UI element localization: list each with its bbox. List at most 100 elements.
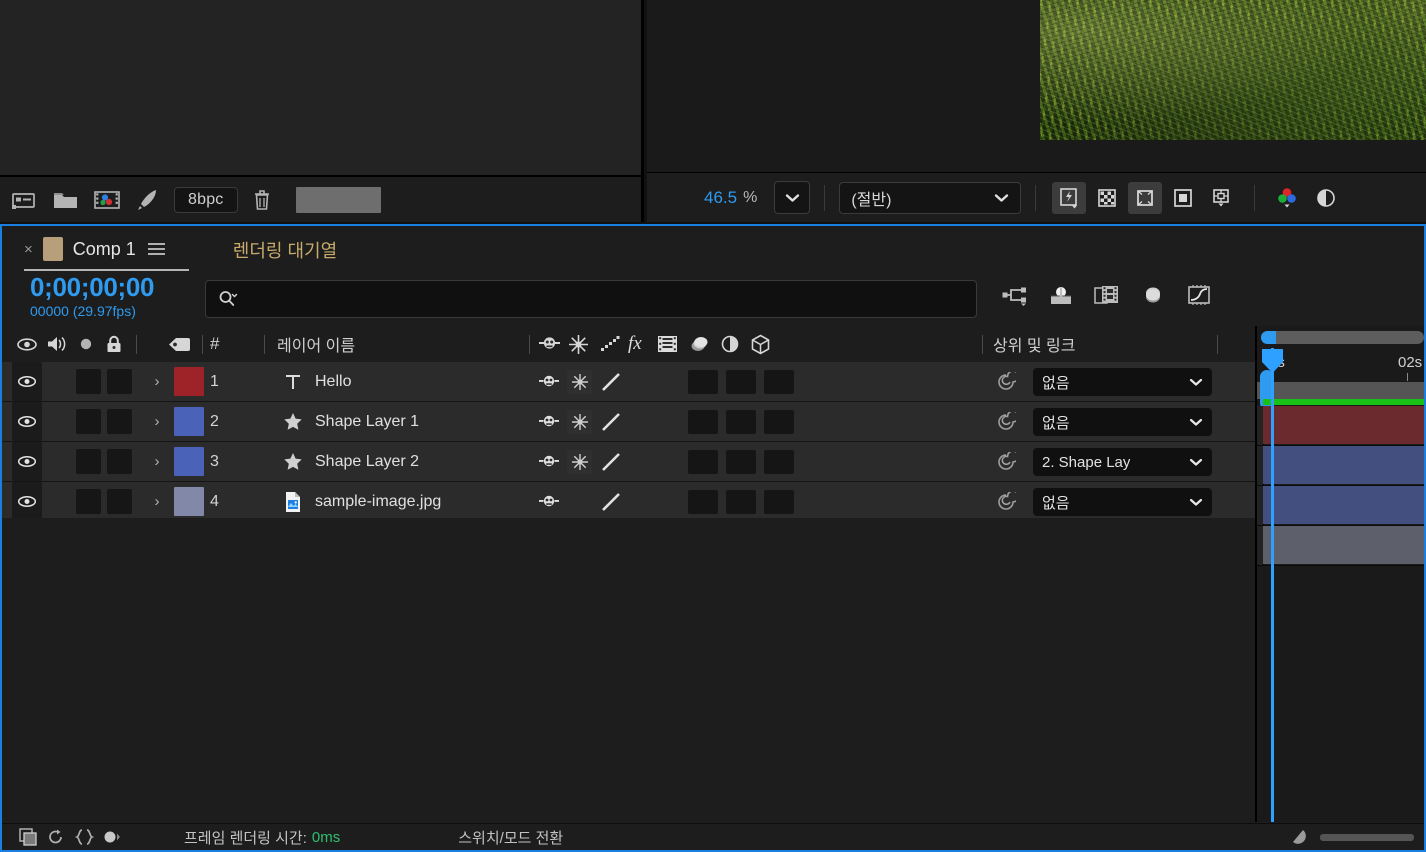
- layer-search-field[interactable]: [205, 280, 977, 318]
- table-row[interactable]: › 4 sample-image.jpg: [2, 482, 1255, 522]
- collapse-transform-icon[interactable]: [568, 326, 589, 362]
- shy-icon[interactable]: [536, 450, 561, 474]
- layer-label-color[interactable]: [174, 487, 204, 516]
- layer-visibility-toggle[interactable]: [12, 402, 42, 441]
- parent-and-link-column-header[interactable]: 상위 및 링크: [993, 326, 1076, 362]
- layer-visibility-toggle[interactable]: [12, 442, 42, 481]
- tab-render-queue[interactable]: 렌더링 대기열: [233, 237, 337, 263]
- pick-whip-icon[interactable]: [994, 370, 1018, 394]
- table-row[interactable]: › 1 Hello: [2, 362, 1255, 402]
- composition-canvas[interactable]: [647, 0, 1426, 172]
- layer-name[interactable]: Shape Layer 2: [315, 442, 419, 481]
- quality-icon[interactable]: [598, 410, 623, 434]
- layer-audio-toggle[interactable]: [76, 409, 101, 434]
- motion-blur-toggle[interactable]: [726, 490, 756, 514]
- layer-audio-toggle[interactable]: [76, 449, 101, 474]
- close-icon[interactable]: ×: [24, 241, 33, 258]
- lock-icon[interactable]: [105, 326, 123, 362]
- toggle-view-layout-icon[interactable]: [1204, 182, 1238, 214]
- frame-blending-icon[interactable]: [1138, 280, 1168, 310]
- graph-editor-toggle-icon[interactable]: [70, 826, 98, 848]
- transparency-grid-icon[interactable]: [1090, 182, 1124, 214]
- layer-audio-toggle[interactable]: [76, 369, 101, 394]
- frame-blend-toggle[interactable]: [688, 370, 718, 394]
- layer-switches-icon[interactable]: [14, 826, 42, 848]
- eye-icon[interactable]: [16, 326, 38, 362]
- new-folder-icon[interactable]: [51, 187, 81, 213]
- channel-rgb-icon[interactable]: [1271, 182, 1305, 214]
- interpret-footage-icon[interactable]: [10, 187, 40, 213]
- layer-name[interactable]: sample-image.jpg: [315, 482, 441, 521]
- shy-icon[interactable]: [536, 490, 561, 514]
- comp-button-icon[interactable]: [1284, 826, 1312, 848]
- effects-fx-icon[interactable]: fx: [628, 326, 642, 362]
- timeline-row[interactable]: [1257, 486, 1424, 526]
- playhead-line[interactable]: [1271, 348, 1274, 822]
- adjustment-layer-icon[interactable]: [720, 326, 740, 362]
- label-tag-icon[interactable]: [167, 326, 193, 362]
- layer-solo-toggle[interactable]: [107, 409, 132, 434]
- layer-solo-toggle[interactable]: [107, 369, 132, 394]
- timeline-horizontal-scrollbar[interactable]: [1257, 326, 1424, 348]
- layer-duration-bar[interactable]: [1263, 486, 1424, 524]
- shy-icon[interactable]: [536, 410, 561, 434]
- parent-dropdown[interactable]: 없음: [1033, 488, 1212, 516]
- layer-duration-bar[interactable]: [1263, 526, 1424, 564]
- 3d-layer-toggle[interactable]: [764, 450, 794, 474]
- toggle-mask-paths-icon[interactable]: [1166, 182, 1200, 214]
- audio-icon[interactable]: [46, 326, 68, 362]
- tab-comp-1[interactable]: × Comp 1: [24, 237, 165, 263]
- layer-solo-toggle[interactable]: [107, 489, 132, 514]
- project-settings-icon[interactable]: [133, 187, 163, 213]
- 3d-layer-icon[interactable]: [750, 326, 771, 362]
- resolution-dropdown[interactable]: (절반): [839, 182, 1021, 214]
- layer-label-color[interactable]: [174, 447, 204, 476]
- pick-whip-icon[interactable]: [994, 410, 1018, 434]
- chevron-right-icon[interactable]: ›: [146, 450, 168, 472]
- table-row[interactable]: › 2 Shape Layer 1: [2, 402, 1255, 442]
- quality-icon[interactable]: [598, 490, 623, 514]
- exposure-icon[interactable]: [1309, 182, 1343, 214]
- motion-blur-toggle-icon[interactable]: [42, 826, 70, 848]
- switches-modes-label[interactable]: 스위치/모드 전환: [458, 827, 563, 848]
- motion-blur-toggle[interactable]: [726, 410, 756, 434]
- hide-shy-layers-icon[interactable]: [1092, 280, 1122, 310]
- composition-mini-flowchart-icon[interactable]: [1000, 280, 1030, 310]
- layer-label-color[interactable]: [174, 367, 204, 396]
- motion-blur-toggle[interactable]: [726, 450, 756, 474]
- layer-label-color[interactable]: [174, 407, 204, 436]
- work-area-bar[interactable]: [1257, 382, 1424, 399]
- parent-dropdown[interactable]: 없음: [1033, 368, 1212, 396]
- layer-solo-toggle[interactable]: [107, 449, 132, 474]
- layer-visibility-toggle[interactable]: [12, 482, 42, 521]
- zoom-value[interactable]: 46.5: [704, 188, 737, 208]
- timeline-zoom-slider[interactable]: [1320, 834, 1414, 841]
- timeline-row[interactable]: [1257, 526, 1424, 566]
- layer-duration-bar[interactable]: [1263, 406, 1424, 444]
- empty-layer-area[interactable]: [2, 518, 1255, 822]
- chevron-right-icon[interactable]: ›: [146, 410, 168, 432]
- collapse-transform-icon[interactable]: [567, 450, 592, 474]
- project-list-area[interactable]: [0, 0, 641, 177]
- auto-keyframe-icon[interactable]: [98, 826, 126, 848]
- zoom-dropdown-button[interactable]: [774, 181, 810, 214]
- motion-blur-toggle[interactable]: [726, 370, 756, 394]
- timeline-row[interactable]: [1257, 406, 1424, 446]
- layer-name[interactable]: Hello: [315, 362, 351, 401]
- collapse-transform-icon[interactable]: [567, 410, 592, 434]
- layer-duration-bar[interactable]: [1263, 446, 1424, 484]
- layer-visibility-toggle[interactable]: [12, 362, 42, 401]
- collapse-transform-icon[interactable]: [567, 370, 592, 394]
- new-composition-icon[interactable]: [92, 187, 122, 213]
- 3d-layer-toggle[interactable]: [764, 370, 794, 394]
- layer-name[interactable]: Shape Layer 1: [315, 402, 419, 441]
- 3d-layer-toggle[interactable]: [764, 490, 794, 514]
- shy-icon[interactable]: [536, 370, 561, 394]
- draft-3d-icon[interactable]: [1046, 280, 1076, 310]
- region-of-interest-icon[interactable]: [1128, 182, 1162, 214]
- frame-blend-toggle[interactable]: [688, 490, 718, 514]
- fast-previews-icon[interactable]: [1052, 182, 1086, 214]
- pick-whip-icon[interactable]: [994, 450, 1018, 474]
- playhead-handle[interactable]: [1261, 348, 1284, 374]
- parent-dropdown[interactable]: 없음: [1033, 408, 1212, 436]
